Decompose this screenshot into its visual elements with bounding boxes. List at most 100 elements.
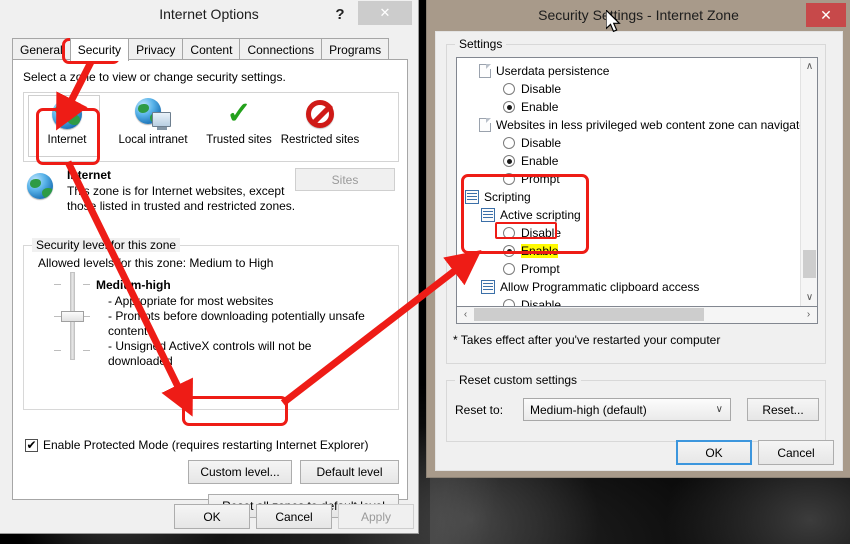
list-item-label: Disable bbox=[521, 298, 562, 307]
reset-button[interactable]: Reset... bbox=[747, 398, 819, 421]
security-level-slider[interactable] bbox=[52, 272, 92, 360]
globe-computer-icon bbox=[110, 96, 196, 132]
zone-label-local-intranet: Local intranet bbox=[118, 134, 188, 146]
list-item[interactable]: Disable bbox=[461, 224, 787, 242]
scroll-right-icon[interactable]: › bbox=[800, 307, 817, 322]
settings-list-horizontal-scrollbar[interactable]: ‹ › bbox=[456, 307, 818, 324]
zone-item-trusted-sites[interactable]: ✓ Trusted sites bbox=[196, 96, 282, 147]
list-item-label: Userdata persistence bbox=[496, 64, 610, 78]
list-item-active-scripting-enable[interactable]: Enable bbox=[461, 242, 787, 260]
list-item[interactable]: Scripting bbox=[461, 188, 787, 206]
ok-button[interactable]: OK bbox=[676, 440, 752, 465]
tab-security[interactable]: Security bbox=[69, 38, 130, 61]
zone-selector[interactable]: Internet Local intranet ✓ Trusted sites … bbox=[23, 92, 399, 162]
green-check-icon: ✓ bbox=[226, 97, 252, 130]
radio-icon[interactable] bbox=[503, 83, 515, 95]
list-item[interactable]: Prompt bbox=[461, 170, 787, 188]
scroll-up-icon[interactable]: ∧ bbox=[801, 58, 817, 75]
zone-item-internet[interactable]: Internet bbox=[24, 96, 110, 147]
protected-mode-checkbox[interactable]: ✔ bbox=[25, 437, 38, 452]
zone-description-title: Internet bbox=[67, 168, 112, 182]
tab-programs[interactable]: Programs bbox=[321, 38, 390, 60]
mouse-cursor bbox=[606, 10, 621, 33]
list-item[interactable]: Enable bbox=[461, 152, 787, 170]
radio-icon[interactable] bbox=[503, 137, 515, 149]
zone-prompt-label: Select a zone to view or change security… bbox=[23, 70, 286, 84]
scroll-thumb-horizontal[interactable] bbox=[474, 308, 704, 321]
security-settings-body: Settings Userdata persistence Disable En… bbox=[435, 31, 843, 471]
list-item[interactable]: Userdata persistence bbox=[461, 62, 787, 80]
list-item-label: Enable bbox=[521, 244, 559, 258]
reset-to-selected-value: Medium-high (default) bbox=[530, 402, 647, 417]
radio-icon[interactable] bbox=[503, 263, 515, 275]
internet-options-titlebar[interactable]: Internet Options ? ✕ bbox=[0, 0, 418, 29]
security-level-name: Medium-high bbox=[96, 278, 171, 292]
security-level-bullet: - Appropriate for most websites bbox=[108, 294, 274, 308]
zone-label-trusted-sites: Trusted sites bbox=[206, 134, 272, 146]
scroll-left-icon[interactable]: ‹ bbox=[457, 307, 474, 322]
zone-item-restricted-sites[interactable]: Restricted sites bbox=[274, 96, 366, 147]
list-item-label: Prompt bbox=[521, 262, 560, 276]
scroll-thumb-vertical[interactable] bbox=[803, 250, 816, 278]
ok-button[interactable]: OK bbox=[174, 504, 250, 529]
radio-icon[interactable] bbox=[503, 101, 515, 113]
close-icon[interactable]: ✕ bbox=[806, 3, 846, 27]
settings-list[interactable]: Userdata persistence Disable Enable Webs… bbox=[456, 57, 818, 307]
settings-list-vertical-scrollbar[interactable]: ∧ ∨ bbox=[800, 58, 817, 306]
cancel-button[interactable]: Cancel bbox=[758, 440, 834, 465]
list-item-label: Disable bbox=[521, 82, 562, 96]
list-item[interactable]: Allow Programmatic clipboard access bbox=[461, 278, 787, 296]
slider-thumb[interactable] bbox=[61, 311, 84, 322]
cancel-button[interactable]: Cancel bbox=[256, 504, 332, 529]
list-item[interactable]: Websites in less privileged web content … bbox=[461, 116, 817, 134]
radio-icon[interactable] bbox=[503, 155, 515, 167]
zone-label-restricted-sites: Restricted sites bbox=[280, 134, 360, 146]
slider-tick bbox=[83, 284, 90, 285]
protected-mode-row[interactable]: ✔ Enable Protected Mode (requires restar… bbox=[25, 438, 369, 452]
zone-description-globe-icon bbox=[27, 173, 53, 199]
radio-icon[interactable] bbox=[503, 299, 515, 306]
radio-icon[interactable] bbox=[503, 245, 515, 257]
security-settings-titlebar[interactable]: Security Settings - Internet Zone ✕ bbox=[427, 0, 850, 31]
list-item[interactable]: Disable bbox=[461, 296, 787, 307]
security-level-group: Security level for this zone Allowed lev… bbox=[23, 238, 399, 410]
list-item[interactable]: Disable bbox=[461, 80, 787, 98]
settings-legend: Settings bbox=[455, 37, 507, 51]
list-item[interactable]: Disable bbox=[461, 134, 787, 152]
list-item-label: Enable bbox=[521, 100, 559, 114]
zone-item-local-intranet[interactable]: Local intranet bbox=[110, 96, 196, 147]
security-level-description: - Appropriate for most websites - Prompt… bbox=[108, 294, 378, 369]
list-item-label: Enable bbox=[521, 154, 559, 168]
protected-mode-label: Enable Protected Mode (requires restarti… bbox=[43, 438, 369, 452]
tab-content[interactable]: Content bbox=[182, 38, 241, 60]
list-item[interactable]: Active scripting bbox=[461, 206, 787, 224]
list-item-label: Allow Programmatic clipboard access bbox=[500, 280, 700, 294]
scroll-down-icon[interactable]: ∨ bbox=[801, 289, 817, 306]
apply-button[interactable]: Apply bbox=[338, 504, 414, 529]
document-icon bbox=[479, 118, 491, 132]
tab-connections[interactable]: Connections bbox=[239, 38, 323, 60]
sites-button[interactable]: Sites bbox=[295, 168, 395, 191]
list-item-label: Active scripting bbox=[500, 208, 581, 222]
slider-tick bbox=[54, 350, 61, 351]
tab-general[interactable]: General bbox=[12, 38, 71, 60]
close-icon[interactable]: ✕ bbox=[358, 1, 412, 25]
slider-tick bbox=[54, 316, 61, 317]
radio-icon[interactable] bbox=[503, 227, 515, 239]
internet-options-title: Internet Options bbox=[159, 6, 259, 22]
settings-group: Settings Userdata persistence Disable En… bbox=[446, 37, 826, 364]
help-icon[interactable]: ? bbox=[328, 4, 352, 24]
list-item-label: Websites in less privileged web content … bbox=[496, 118, 818, 132]
list-item[interactable]: Prompt bbox=[461, 260, 787, 278]
no-entry-icon bbox=[274, 96, 366, 132]
list-item-label: Scripting bbox=[484, 190, 531, 204]
reset-to-label: Reset to: bbox=[455, 403, 504, 417]
check-icon: ✔ bbox=[26, 437, 37, 452]
reset-to-select[interactable]: Medium-high (default) ∨ bbox=[523, 398, 731, 421]
list-item[interactable]: Enable bbox=[461, 98, 787, 116]
custom-level-button[interactable]: Custom level... bbox=[188, 460, 292, 484]
radio-icon[interactable] bbox=[503, 173, 515, 185]
tab-privacy[interactable]: Privacy bbox=[128, 38, 184, 60]
default-level-button[interactable]: Default level bbox=[300, 460, 399, 484]
list-item-label: Disable bbox=[521, 226, 562, 240]
